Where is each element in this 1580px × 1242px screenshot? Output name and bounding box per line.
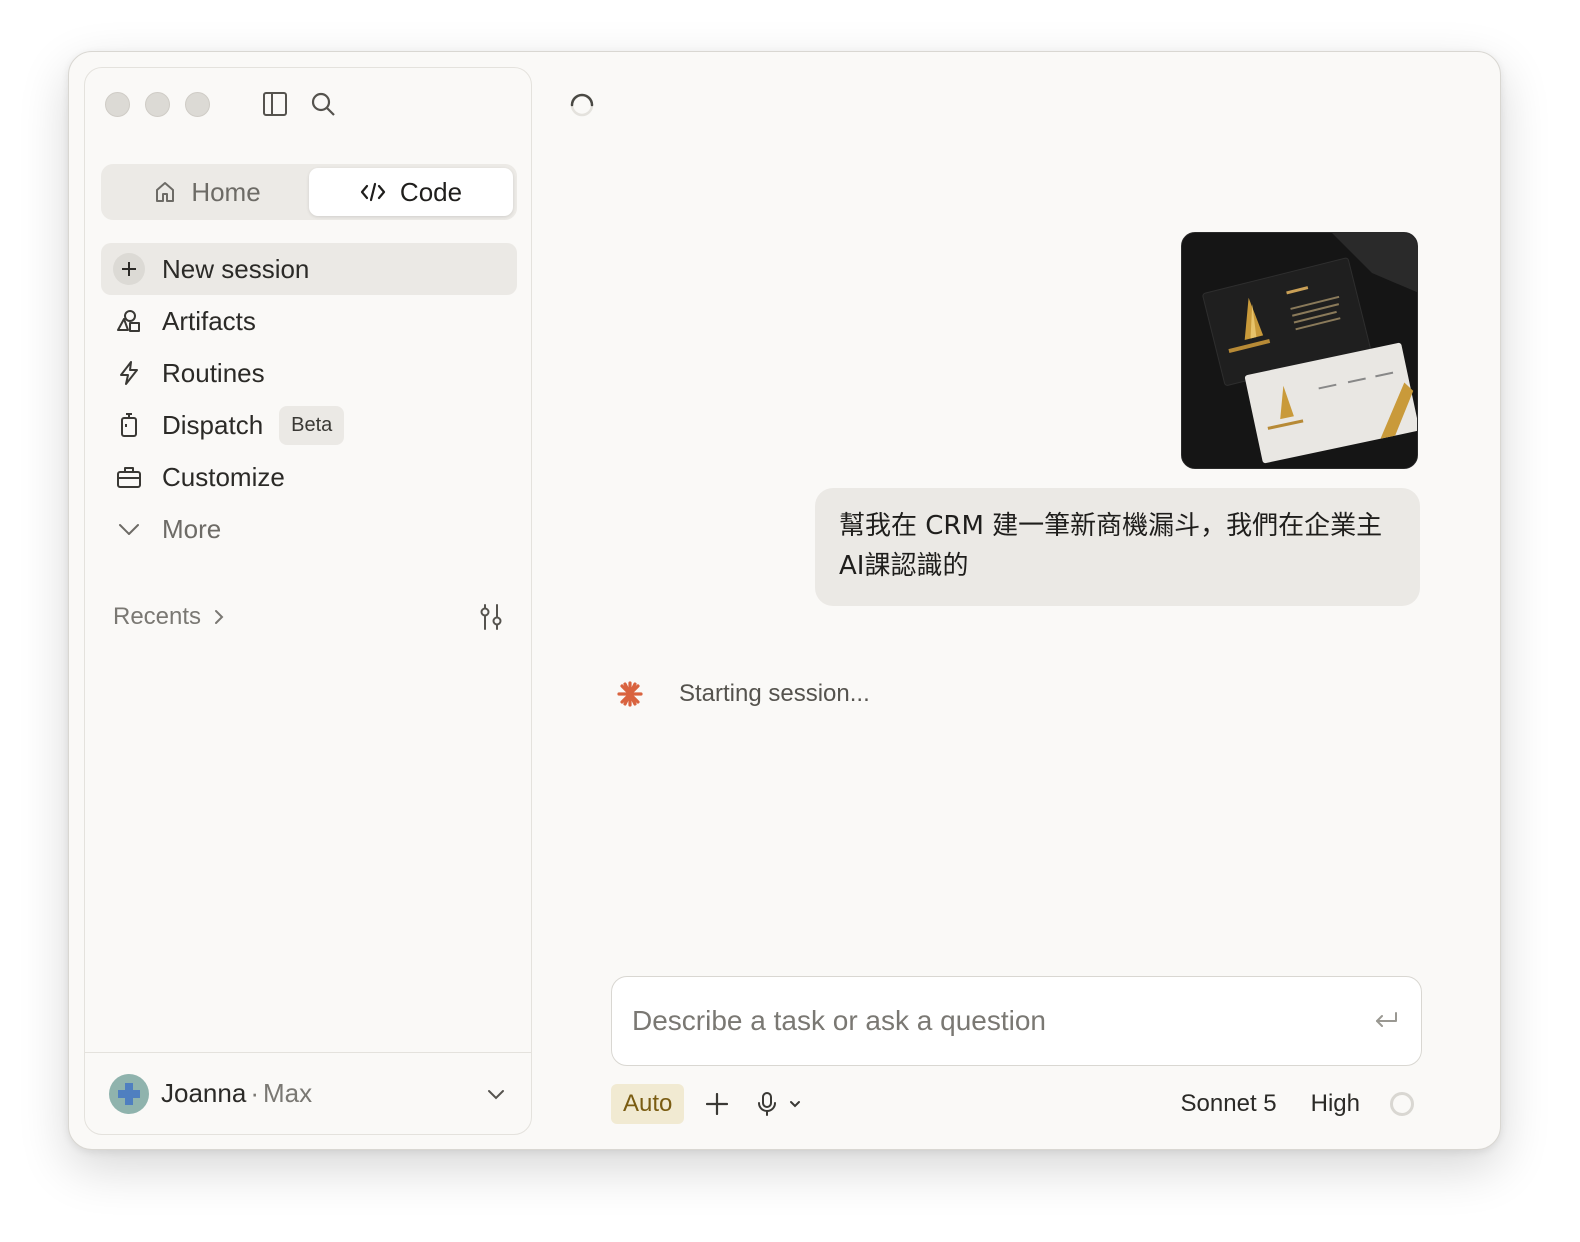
avatar xyxy=(109,1073,149,1114)
dispatch-icon xyxy=(113,409,145,441)
app-window: Home Code New session Artifacts Routines… xyxy=(68,51,1501,1150)
user-separator: · xyxy=(250,1078,259,1108)
sidebar-item-dispatch[interactable]: Dispatch Beta xyxy=(101,399,517,451)
sidebar-item-label: Customize xyxy=(162,461,285,492)
prompt-input[interactable] xyxy=(632,1005,1371,1037)
recents-label: Recents xyxy=(113,603,202,630)
sidebar-item-label: New session xyxy=(162,253,310,284)
sidebar-item-artifacts[interactable]: Artifacts xyxy=(101,295,517,347)
window-minimize-button[interactable] xyxy=(145,92,170,117)
session-status: Starting session... xyxy=(617,680,870,708)
user-plan: Max xyxy=(262,1078,313,1108)
recents-link[interactable]: Recents xyxy=(113,603,227,631)
claude-spark-icon xyxy=(617,681,643,707)
filter-sliders-icon[interactable] xyxy=(477,603,505,631)
mode-switcher: Home Code xyxy=(101,164,517,220)
image-attachment[interactable] xyxy=(1181,232,1418,469)
sidebar-toggle-icon[interactable] xyxy=(257,86,293,122)
microphone-icon[interactable] xyxy=(756,1091,778,1117)
briefcase-icon xyxy=(113,461,145,493)
window-maximize-button[interactable] xyxy=(185,92,210,117)
chevron-down-icon[interactable] xyxy=(788,1097,802,1111)
sidebar-item-label: Dispatch xyxy=(162,409,264,440)
sidebar-item-customize[interactable]: Customize xyxy=(101,451,517,503)
recents-header: Recents xyxy=(113,603,505,631)
artifacts-icon xyxy=(113,305,145,337)
beta-badge: Beta xyxy=(279,405,345,445)
sidebar-item-routines[interactable]: Routines xyxy=(101,347,517,399)
chevron-down-icon xyxy=(113,513,145,545)
composer xyxy=(611,976,1422,1066)
sidebar-item-more[interactable]: More xyxy=(101,503,517,555)
tab-code-label: Code xyxy=(399,176,463,207)
code-icon xyxy=(360,180,386,204)
tab-home-label: Home xyxy=(191,176,261,207)
sidebar-nav: New session Artifacts Routines Dispatch … xyxy=(101,243,517,555)
mode-auto-button[interactable]: Auto xyxy=(611,1084,685,1124)
window-close-button[interactable] xyxy=(105,92,130,117)
user-message: 幫我在 CRM 建一筆新商機漏斗，我們在企業主AI課認識的 xyxy=(815,488,1420,606)
loading-spinner-icon xyxy=(569,92,595,123)
user-name: Joanna xyxy=(161,1078,247,1108)
sidebar-item-label: More xyxy=(162,513,222,544)
plus-icon xyxy=(113,253,145,285)
context-usage-ring-icon xyxy=(1390,1092,1414,1116)
add-attachment-icon[interactable] xyxy=(706,1093,729,1115)
model-selector[interactable]: Sonnet 5 xyxy=(1181,1090,1277,1118)
tab-home[interactable]: Home xyxy=(105,168,309,216)
effort-selector[interactable]: High xyxy=(1311,1090,1360,1118)
chevron-down-icon xyxy=(485,1083,507,1105)
home-icon xyxy=(153,180,177,204)
sidebar-item-label: Artifacts xyxy=(162,305,256,336)
sidebar-item-new-session[interactable]: New session xyxy=(101,243,517,295)
sidebar-item-label: Routines xyxy=(162,357,265,388)
lightning-icon xyxy=(113,357,145,389)
enter-icon[interactable] xyxy=(1371,1006,1401,1036)
account-menu[interactable]: Joanna · Max xyxy=(85,1052,531,1134)
chevron-right-icon xyxy=(211,607,227,627)
search-icon[interactable] xyxy=(305,86,341,122)
tab-code[interactable]: Code xyxy=(309,168,513,216)
composer-toolbar: Auto Sonnet 5 High xyxy=(611,1084,1422,1124)
sidebar: Home Code New session Artifacts Routines… xyxy=(84,67,532,1135)
status-text: Starting session... xyxy=(679,680,870,707)
